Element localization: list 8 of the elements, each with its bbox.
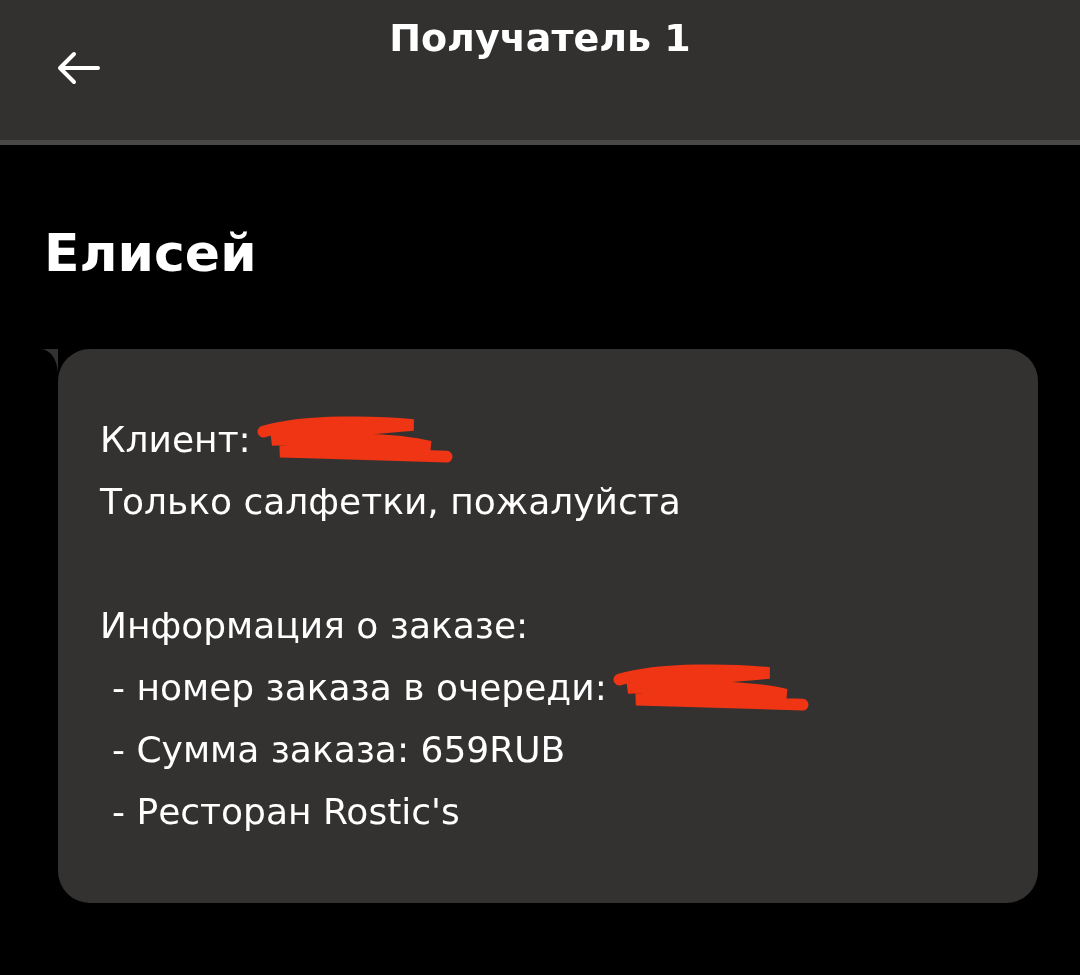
message-text: Только салфетки, пожалуйста	[100, 480, 681, 524]
message-text: - Ресторан Rostic's	[112, 790, 460, 834]
message-text: - номер заказа в очереди:	[112, 666, 607, 710]
message-text: - Сумма заказа: 659RUB	[112, 728, 566, 772]
screen-title: Получатель 1	[388, 16, 692, 60]
sender-name: Елисей	[43, 222, 258, 285]
message-text: Клиент:	[100, 418, 251, 462]
message-text: Информация о заказе:	[100, 604, 529, 648]
